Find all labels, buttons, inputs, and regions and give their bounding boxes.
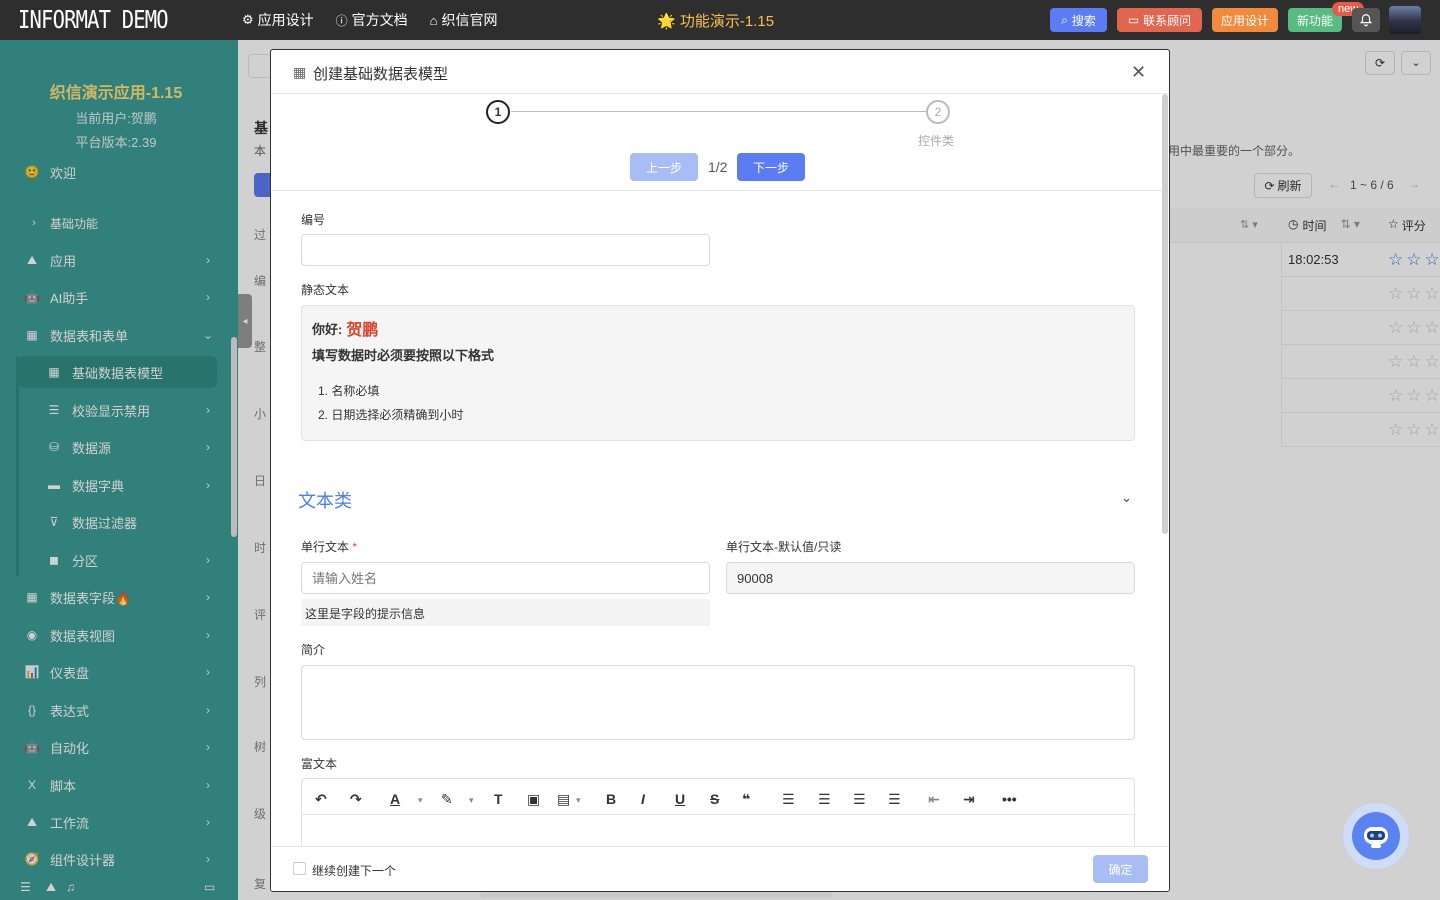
readonly-text-label: 单行文本-默认值/只读	[726, 540, 842, 554]
strikethrough-icon[interactable]: S	[710, 791, 719, 807]
indent-icon[interactable]: ⇥	[963, 791, 975, 808]
nav-official-site[interactable]: ⌂ 织信官网	[430, 10, 498, 30]
modal-footer: 继续创建下一个 确定	[271, 846, 1169, 891]
create-record-modal: ▦ 创建基础数据表模型 ✕ 1 2 控件类 上一步 1/2 下一步 编号 静态文…	[270, 49, 1170, 892]
step-2[interactable]: 2	[926, 100, 950, 124]
step-counter: 1/2	[708, 159, 728, 175]
user-name: 贺鹏	[346, 322, 379, 339]
app-logo[interactable]: INFORMAT DEMO	[18, 5, 169, 34]
app-design-button[interactable]: 应用设计	[1212, 8, 1278, 32]
highlight-icon[interactable]: ✎	[441, 791, 453, 808]
field-hint: 这里是字段的提示信息	[301, 599, 710, 626]
ai-assistant-button[interactable]	[1343, 803, 1409, 869]
modal-header: ▦ 创建基础数据表模型 ✕	[271, 50, 1169, 94]
section-title-text: 文本类	[298, 491, 352, 511]
top-nav: ⚙ 应用设计 ⓘ 官方文档 ⌂ 织信官网	[242, 0, 498, 40]
chevron-down-icon[interactable]: ▾	[418, 795, 423, 806]
continue-label[interactable]: 继续创建下一个	[312, 862, 396, 879]
step-2-label: 控件类	[918, 134, 955, 148]
chevron-down-icon[interactable]: ⌄	[1121, 490, 1132, 506]
step-1[interactable]: 1	[486, 100, 510, 124]
italic-icon[interactable]: I	[641, 791, 645, 807]
top-bar: INFORMAT DEMO ⚙ 应用设计 ⓘ 官方文档 ⌂ 织信官网 🌟 功能演示-1…	[0, 0, 1440, 40]
user-avatar[interactable]	[1389, 6, 1421, 34]
field-id-label: 编号	[301, 213, 326, 227]
home-icon: ⌂	[429, 12, 438, 28]
undo-icon[interactable]: ↶	[315, 791, 327, 808]
more-icon[interactable]: •••	[1002, 791, 1017, 807]
notification-button[interactable]	[1352, 8, 1380, 32]
rule-item: 1. 名称必填	[318, 384, 380, 398]
intro-label: 简介	[301, 643, 326, 657]
rich-text-label: 富文本	[301, 757, 338, 771]
chat-icon: ▭	[1127, 13, 1140, 27]
intro-textarea[interactable]	[301, 665, 1135, 740]
contact-consultant-button[interactable]: ▭ 联系顾问	[1117, 8, 1202, 32]
close-icon[interactable]: ✕	[1131, 62, 1146, 83]
readonly-text-field: 90008	[726, 562, 1135, 594]
next-step-button[interactable]: 下一步	[737, 153, 805, 181]
id-field[interactable]	[301, 234, 710, 266]
greeting-line: 你好: 贺鹏	[312, 316, 378, 340]
format-title: 填写数据时必须要按照以下格式	[312, 348, 495, 363]
nav-docs[interactable]: ⓘ 官方文档	[336, 10, 408, 30]
static-text-box: 你好: 贺鹏 填写数据时必须要按照以下格式 1. 名称必填 2. 日期选择必须精…	[301, 305, 1135, 441]
align-center-icon[interactable]: ☰	[818, 791, 831, 808]
rule-item: 2. 日期选择必须精确到小时	[318, 408, 464, 422]
robot-icon	[1352, 812, 1400, 860]
required-mark: *	[352, 540, 358, 554]
name-input[interactable]	[301, 562, 710, 594]
bell-icon	[1360, 14, 1372, 27]
justify-icon[interactable]: ☰	[888, 791, 901, 808]
feature-demo-title: 🌟 功能演示-1.15	[657, 13, 775, 30]
quote-icon[interactable]: ❝	[742, 791, 750, 808]
greeting-text: 你好:	[312, 321, 343, 337]
continue-checkbox[interactable]	[293, 862, 306, 875]
align-left-icon[interactable]: ☰	[782, 791, 795, 808]
media-icon[interactable]: ▤	[557, 791, 570, 808]
static-text-label: 静态文本	[301, 283, 350, 297]
modal-scrollbar[interactable]	[1162, 94, 1168, 534]
single-text-label: 单行文本 *	[301, 540, 358, 554]
horizontal-scrollbar[interactable]	[480, 892, 833, 898]
info-icon: ⓘ	[335, 13, 348, 28]
search-button[interactable]: ⌕ 搜索	[1050, 8, 1107, 32]
prev-step-button[interactable]: 上一步	[630, 153, 698, 181]
nav-app-design[interactable]: ⚙ 应用设计	[242, 10, 314, 30]
bold-icon[interactable]: B	[606, 791, 616, 807]
image-icon[interactable]: ▣	[527, 791, 540, 808]
align-right-icon[interactable]: ☰	[853, 791, 866, 808]
modal-title: 创建基础数据表模型	[313, 66, 449, 83]
underline-icon[interactable]: U	[675, 791, 685, 807]
table-icon: ▦	[293, 64, 307, 80]
confirm-button[interactable]: 确定	[1093, 855, 1148, 883]
step-line	[511, 111, 929, 112]
outdent-icon[interactable]: ⇤	[928, 791, 940, 808]
clear-format-icon[interactable]: T	[494, 791, 503, 807]
gear-icon: ⚙	[242, 12, 254, 27]
steps-divider	[271, 190, 1163, 191]
redo-icon[interactable]: ↷	[350, 791, 362, 808]
search-icon: ⌕	[1061, 12, 1068, 27]
chevron-down-icon[interactable]: ▾	[469, 795, 474, 806]
chevron-down-icon[interactable]: ▾	[576, 795, 581, 806]
font-color-icon[interactable]: A	[390, 791, 400, 807]
